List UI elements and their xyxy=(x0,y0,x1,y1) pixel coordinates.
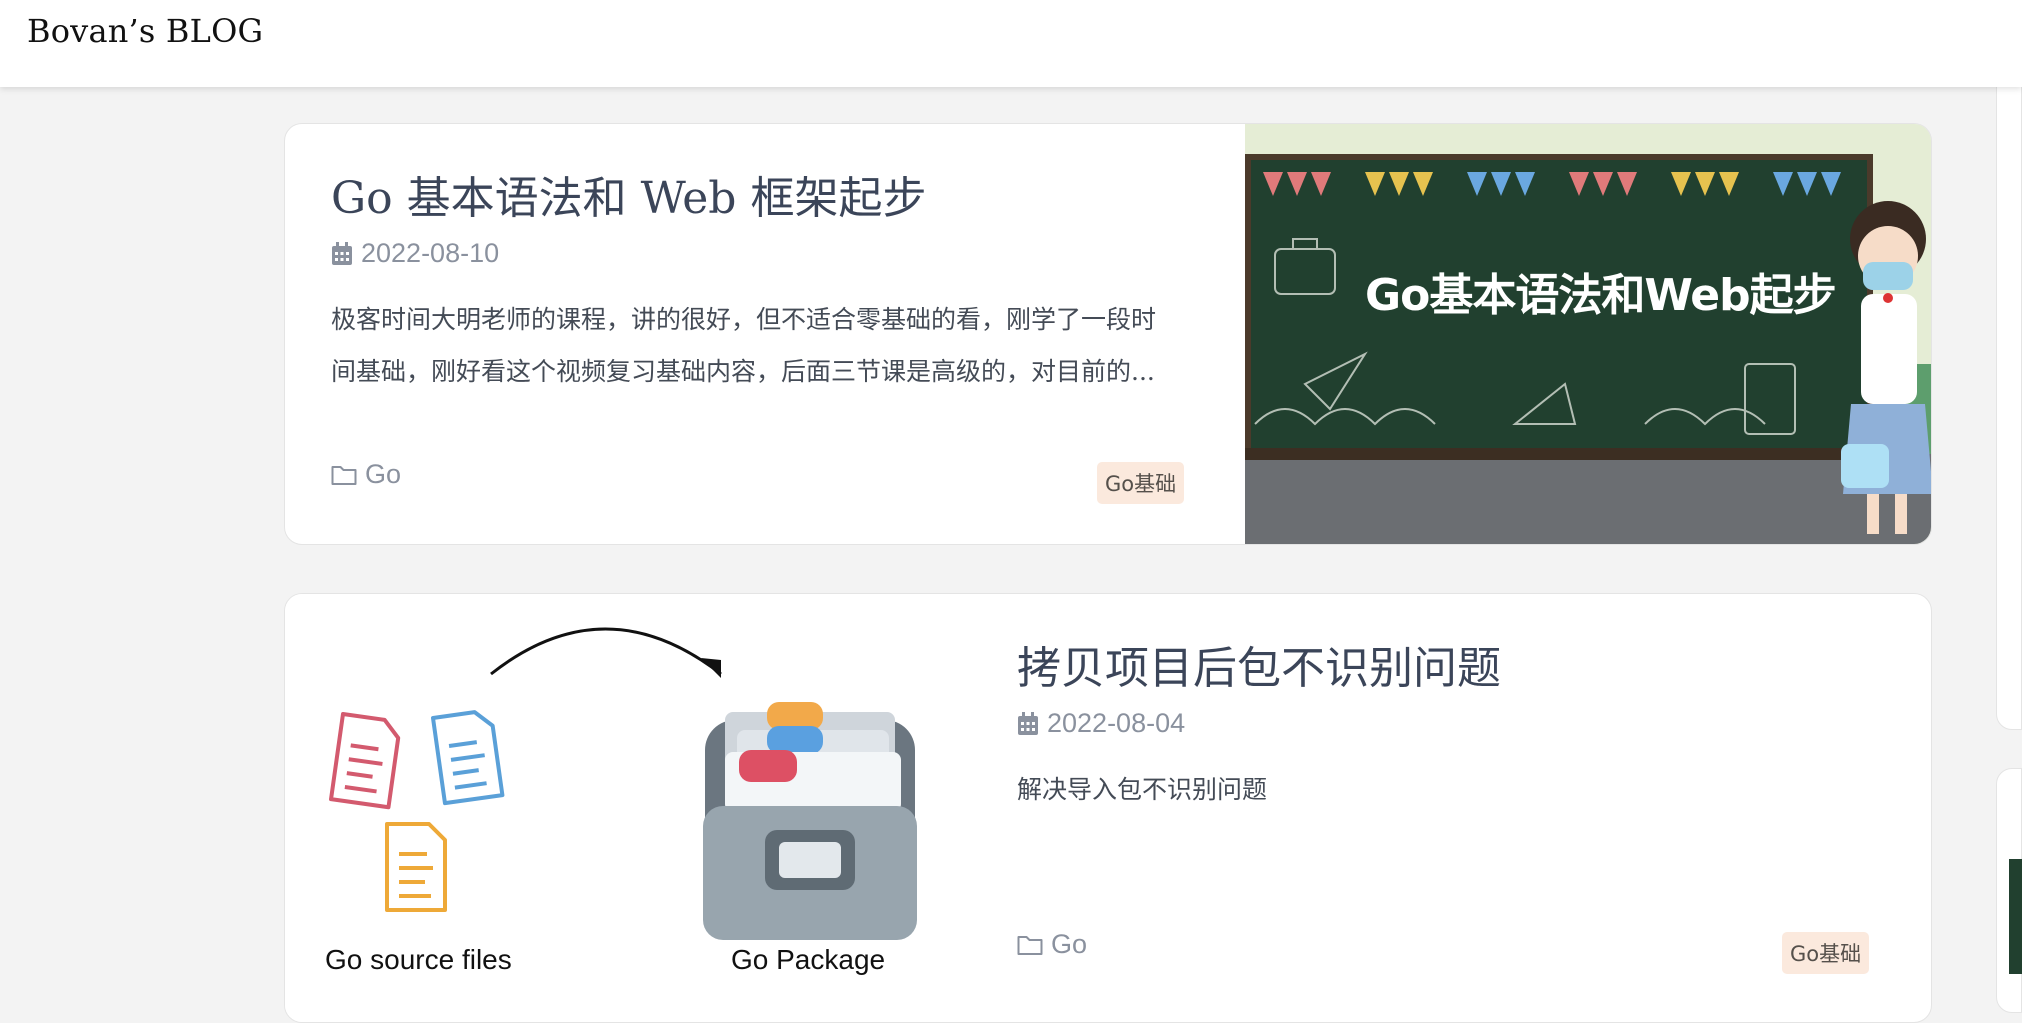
top-navbar: Bovan’s BLOG xyxy=(0,0,2022,87)
girl-illustration xyxy=(1841,201,1931,534)
post-card[interactable]: Go source files Go Package 拷贝项目后包不识别问题 2… xyxy=(284,593,1932,1023)
post-card[interactable]: Go 基本语法和 Web 框架起步 2022-08-10 极客时间大明老师的课程… xyxy=(284,123,1932,545)
post-date-text: 2022-08-10 xyxy=(361,238,500,268)
post-cover-image[interactable]: Go基本语法和Web起步 xyxy=(1245,124,1931,544)
cover-label-left: Go source files xyxy=(325,944,512,975)
calendar-icon xyxy=(1018,711,1038,735)
post-category-link[interactable]: Go xyxy=(331,459,401,490)
sidebar-thumbnail xyxy=(2009,859,2022,974)
folder-icon xyxy=(331,465,357,485)
post-tag[interactable]: Go基础 xyxy=(1097,462,1185,504)
post-category-text: Go xyxy=(1051,929,1088,959)
folder-icon xyxy=(1017,935,1043,955)
post-excerpt-line: 极客时间大明老师的课程，讲的很好，但不适合零基础的看，刚学了一段时 xyxy=(331,305,1157,334)
post-title[interactable]: 拷贝项目后包不识别问题 xyxy=(1017,632,1501,696)
post-category-text: Go xyxy=(365,459,402,489)
sidebar-card-partial xyxy=(1996,768,2022,1013)
post-tag[interactable]: Go基础 xyxy=(1782,932,1870,974)
post-excerpt-line: 间基础，刚好看这个视频复习基础内容，后面三节课是高级的，对目前的... xyxy=(331,357,1155,386)
post-excerpt-line: 解决导入包不识别问题 xyxy=(1017,775,1268,804)
post-date: 2022-08-10 xyxy=(331,238,499,269)
chalkboard-illustration xyxy=(1245,124,1931,544)
post-date: 2022-08-04 xyxy=(1017,708,1185,739)
site-title-link[interactable]: Bovan’s BLOG xyxy=(27,12,263,50)
post-category-link[interactable]: Go xyxy=(1017,929,1087,960)
sidebar-card-partial xyxy=(1996,60,2022,730)
post-cover-image[interactable]: Go source files Go Package xyxy=(285,594,975,1022)
post-excerpt: 解决导入包不识别问题 xyxy=(1017,764,1877,816)
cover-label-right: Go Package xyxy=(731,944,886,975)
post-title[interactable]: Go 基本语法和 Web 框架起步 xyxy=(331,162,926,226)
cover-title-text: Go基本语法和Web起步 xyxy=(1365,270,1837,321)
post-date-text: 2022-08-04 xyxy=(1047,708,1186,738)
post-excerpt: 极客时间大明老师的课程，讲的很好，但不适合零基础的看，刚学了一段时 间基础，刚好… xyxy=(331,294,1231,398)
calendar-icon xyxy=(332,241,352,265)
